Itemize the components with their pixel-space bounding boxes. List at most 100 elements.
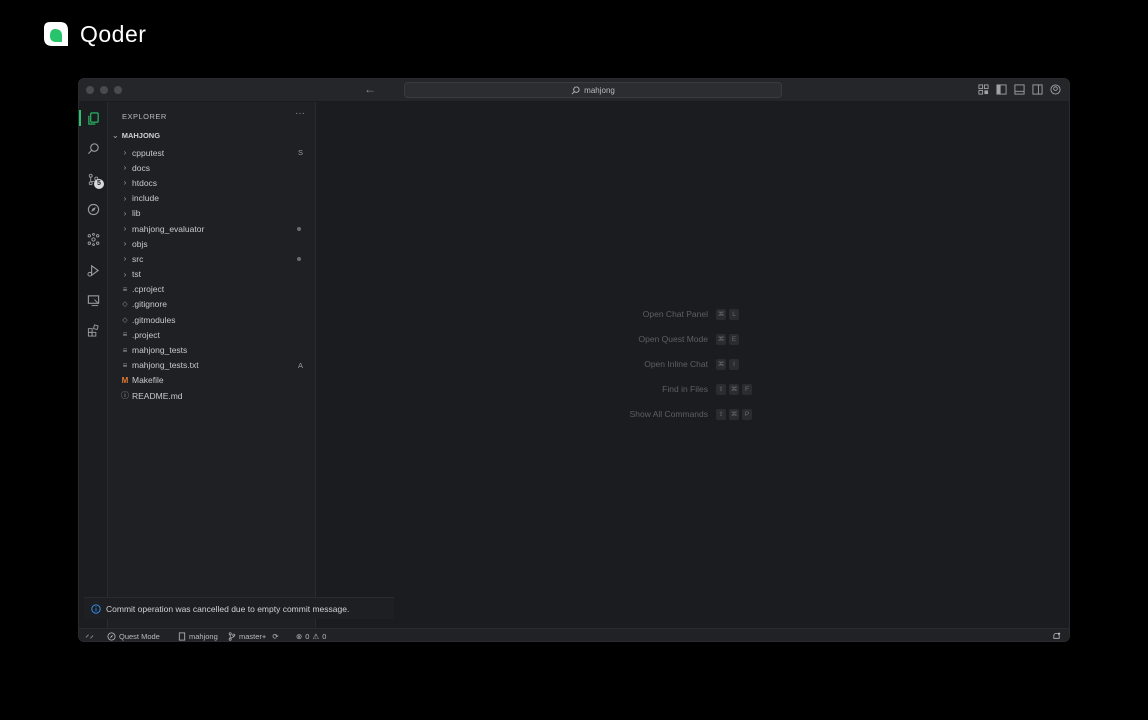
branch-label: master+ <box>239 631 267 641</box>
tree-item-objs[interactable]: › objs <box>108 236 315 251</box>
quest-mode-label: Quest Mode <box>119 631 160 641</box>
tree-item-label: mahjong_tests.txt <box>132 360 199 371</box>
keycap: ⌘ <box>729 408 739 420</box>
tree-item-mahjong-tests-txt[interactable]: ≡ mahjong_tests.txt A <box>108 358 315 373</box>
tree-item-cpputest[interactable]: › cpputest S <box>108 145 315 160</box>
hint-keys: ⌘ E <box>716 333 766 345</box>
search-icon <box>87 142 99 154</box>
compass-icon <box>107 631 116 641</box>
keycap: ⌘ <box>729 383 739 395</box>
repo-status[interactable]: mahjong <box>178 630 218 641</box>
source-control-badge: 5 <box>94 179 104 189</box>
keycap: ⇧ <box>716 383 726 395</box>
chevron-down-icon: ⌄ <box>112 131 119 140</box>
activity-remote-explorer[interactable] <box>79 289 108 311</box>
graph-icon <box>87 232 100 246</box>
info-icon: ⓘ <box>121 391 129 401</box>
tree-item-readme[interactable]: ⓘ README.md <box>108 388 315 403</box>
activity-run-debug[interactable] <box>79 259 108 281</box>
keycap: I <box>729 358 739 370</box>
hint-show-all-commands: Show All Commands ⇧ ⌘ P <box>630 407 766 421</box>
tree-item-include[interactable]: › include <box>108 191 315 206</box>
hint-label: Open Quest Mode <box>638 334 708 344</box>
title-bar: ← mahjong <box>79 79 1069 102</box>
minimize-window-button[interactable] <box>100 86 108 94</box>
tree-item-label: mahjong_tests <box>132 345 188 356</box>
tree-item-gitmodules[interactable]: ◇ .gitmodules <box>108 312 315 327</box>
activity-source-control[interactable]: 5 <box>79 168 108 190</box>
files-icon <box>88 111 99 125</box>
file-tree: › cpputest S › docs › htdocs › include ›… <box>108 145 315 403</box>
notification-toast[interactable]: Commit operation was cancelled due to em… <box>84 597 394 619</box>
run-debug-icon <box>87 264 100 277</box>
activity-extensions[interactable] <box>79 319 108 341</box>
tree-item-cproject[interactable]: ≡ .cproject <box>108 282 315 297</box>
status-bar: Quest Mode mahjong master+ ⟳ ⊗ 0 ⚠ 0 <box>79 628 1069 641</box>
hint-label: Open Chat Panel <box>642 309 708 319</box>
notification-bell-icon <box>1053 632 1061 639</box>
editor-area[interactable]: Open Chat Panel ⌘ L Open Quest Mode ⌘ E … <box>316 102 1069 628</box>
tree-item-gitignore[interactable]: ◇ .gitignore <box>108 297 315 312</box>
lines-icon: ≡ <box>122 330 128 340</box>
chevron-right-icon: › <box>123 193 127 203</box>
toggle-panel-icon[interactable] <box>1014 84 1025 95</box>
tree-item-label: lib <box>132 208 141 219</box>
brand-logo: Qoder <box>42 20 146 48</box>
search-text: mahjong <box>584 85 615 95</box>
activity-quest[interactable] <box>79 198 108 220</box>
keycap: E <box>729 333 739 345</box>
activity-search[interactable] <box>79 137 108 159</box>
tree-item-label: Makefile <box>132 375 164 386</box>
remote-icon <box>85 633 94 639</box>
chevron-right-icon: › <box>123 254 127 264</box>
git-status-badge: A <box>297 360 303 370</box>
repo-icon <box>178 631 186 641</box>
chevron-right-icon: › <box>123 239 127 249</box>
activity-graph[interactable] <box>79 228 108 250</box>
keycap: ⌘ <box>716 333 726 345</box>
tree-item-src[interactable]: › src <box>108 251 315 266</box>
keycap: ⇧ <box>716 408 726 420</box>
hint-find-in-files: Find in Files ⇧ ⌘ F <box>662 382 766 396</box>
tree-item-makefile[interactable]: M Makefile <box>108 373 315 388</box>
warning-icon: ⚠ <box>312 631 320 641</box>
notifications-bell[interactable] <box>1052 630 1061 641</box>
maximize-window-button[interactable] <box>114 86 122 94</box>
keycap: P <box>742 408 752 420</box>
tree-item-label: .gitignore <box>132 299 167 310</box>
back-arrow-icon[interactable]: ← <box>364 82 376 96</box>
tree-item-lib[interactable]: › lib <box>108 206 315 221</box>
more-actions-icon[interactable]: ··· <box>295 108 305 119</box>
git-status-badge: S <box>297 148 303 158</box>
account-icon[interactable] <box>1050 84 1061 95</box>
remote-indicator[interactable] <box>85 630 94 641</box>
toggle-secondary-sidebar-icon[interactable] <box>1032 84 1043 95</box>
chevron-right-icon: › <box>123 178 127 188</box>
tree-item-tst[interactable]: › tst <box>108 267 315 282</box>
quest-mode-status[interactable]: Quest Mode <box>107 630 160 641</box>
hint-label: Show All Commands <box>629 409 708 419</box>
tree-item-mahjong-tests[interactable]: ≡ mahjong_tests <box>108 342 315 357</box>
sync-icon[interactable]: ⟳ <box>272 632 278 641</box>
hint-label: Open Inline Chat <box>644 359 708 369</box>
chevron-right-icon: › <box>123 208 127 218</box>
repo-label: mahjong <box>189 631 218 641</box>
toggle-primary-sidebar-icon[interactable] <box>996 84 1007 95</box>
command-center-search[interactable]: mahjong <box>404 82 782 98</box>
hint-keys: ⌘ L <box>716 308 766 320</box>
tree-item-docs[interactable]: › docs <box>108 160 315 175</box>
problems-status[interactable]: ⊗ 0 ⚠ 0 <box>296 630 327 641</box>
window-controls <box>86 86 122 94</box>
branch-status[interactable]: master+ ⟳ <box>228 630 279 641</box>
workspace-root-folder[interactable]: ⌄ MAHJONG <box>112 131 160 140</box>
chevron-right-icon: › <box>123 148 127 158</box>
lines-icon: ≡ <box>122 284 128 294</box>
warning-count: 0 <box>322 631 327 641</box>
tree-item-project[interactable]: ≡ .project <box>108 327 315 342</box>
customize-layout-icon[interactable] <box>978 84 989 95</box>
tree-item-htdocs[interactable]: › htdocs <box>108 175 315 190</box>
activity-explorer[interactable] <box>79 107 108 129</box>
tree-item-mahjong-evaluator[interactable]: › mahjong_evaluator <box>108 221 315 236</box>
close-window-button[interactable] <box>86 86 94 94</box>
hint-open-inline-chat: Open Inline Chat ⌘ I <box>644 357 766 371</box>
